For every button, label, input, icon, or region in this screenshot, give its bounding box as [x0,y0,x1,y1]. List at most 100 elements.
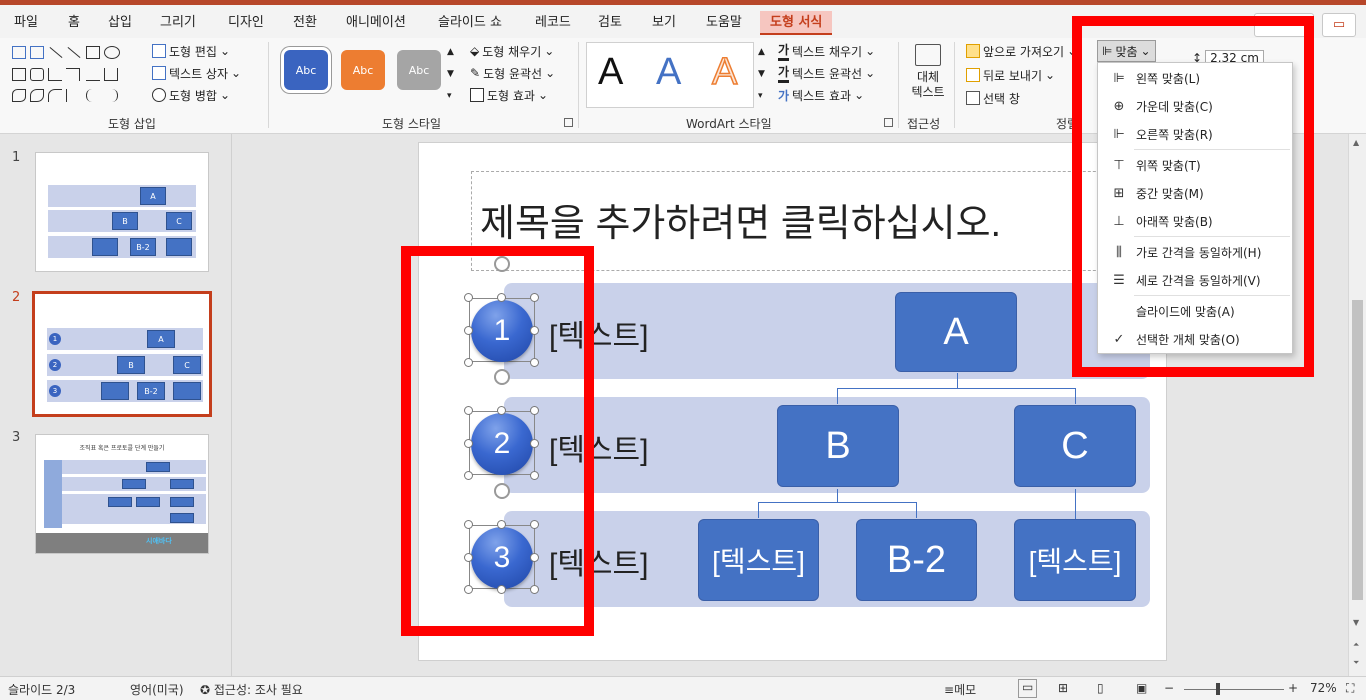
normal-view-button[interactable]: ▭ [1018,679,1038,698]
slideshow-button[interactable]: ▣ [1136,681,1147,695]
selection-pane-button[interactable]: 선택 창 [966,88,1020,108]
tab-shape-format[interactable]: 도형 서식 [760,11,833,35]
text-fill-button[interactable]: 가 텍스트 채우기 ⌄ [778,41,875,61]
rectangle-shape-icon[interactable] [86,46,100,59]
tab-file[interactable]: 파일 [14,11,38,35]
rect-shape-icon[interactable] [12,68,26,81]
style-swatch-gray[interactable]: Abc [397,50,441,90]
accessibility-indicator[interactable]: ✪ 접근성: 조사 필요 [200,681,303,698]
scribble-shape-icon[interactable] [30,89,44,102]
org-box-b2[interactable]: B-2 [856,519,977,601]
oval-shape-icon[interactable] [104,46,120,59]
wordart-style-blue[interactable]: A [656,48,681,96]
paint-bucket-icon: ⬙ [470,44,480,58]
separator [268,42,269,128]
textbox-shape-icon[interactable] [12,46,26,59]
scroll-down-icon[interactable]: ▼ [1353,618,1359,627]
tab-review[interactable]: 검토 [598,11,622,35]
separator [898,42,899,128]
tab-view[interactable]: 보기 [652,11,676,35]
minus-icon: − [1164,681,1175,695]
slide-thumbnail-1[interactable]: A B C B-2 [35,152,209,272]
slide-sorter-button[interactable]: ⊞ [1058,681,1068,695]
wordart-style-orange[interactable]: A [711,48,738,96]
tab-transitions[interactable]: 전환 [293,11,317,35]
reading-view-button[interactable]: ▯ [1097,681,1104,695]
gallery-scroll-down[interactable]: ▼ [447,64,454,84]
org-box-text-2[interactable]: [텍스트] [1014,519,1136,601]
brace-left-shape-icon[interactable] [86,89,100,102]
text-effects-button[interactable]: 가 텍스트 효과 ⌄ [778,85,864,105]
previous-slide-icon[interactable]: ⏶ [1353,640,1359,650]
bracket-shape-icon[interactable] [66,89,80,102]
bring-forward-button[interactable]: 앞으로 가져오기 ⌄ [966,41,1077,61]
wordart-more[interactable]: ▾ [758,86,763,106]
tab-help[interactable]: 도움말 [706,11,742,35]
curved-connector-shape-icon[interactable] [66,68,80,81]
shape-effects-button[interactable]: 도형 효과 ⌄ [470,85,548,105]
edit-shape-button[interactable]: 도형 편집 ⌄ [152,41,230,61]
dialog-launcher-icon[interactable] [564,118,573,127]
vertical-textbox-shape-icon[interactable] [30,46,44,59]
tab-record[interactable]: 레코드 [535,11,571,35]
chevron-down-icon: ⌄ [545,66,556,80]
wordart-style-black[interactable]: A [598,48,623,96]
line-shape-icon[interactable] [49,46,63,59]
org-box-c[interactable]: C [1014,405,1136,487]
org-box-b[interactable]: B [777,405,899,487]
shape-fill-button[interactable]: ⬙ 도형 채우기 ⌄ [470,41,554,61]
style-swatch-blue[interactable]: Abc [284,50,328,90]
language-indicator[interactable]: 영어(미국) [130,681,184,698]
org-box-text-1[interactable]: [텍스트] [698,519,819,601]
tab-draw[interactable]: 그리기 [160,11,196,35]
arc-shape-icon[interactable] [48,89,62,102]
slide-thumbnail-2[interactable]: 1 2 3 A B C B-2 [32,291,212,417]
scrollbar-thumb[interactable] [1352,300,1363,600]
tab-design[interactable]: 디자인 [228,11,264,35]
rounded-rect-shape-icon[interactable] [30,68,44,81]
vertical-scrollbar[interactable]: ▲ ▼ ⏶ ⏷ [1348,134,1366,676]
brace-right-shape-icon[interactable] [104,89,118,102]
tab-animations[interactable]: 애니메이션 [346,11,406,35]
elbow-connector-shape-icon[interactable] [48,68,62,81]
chevron-up-icon: ▲ [447,47,454,57]
gallery-more[interactable]: ▾ [447,86,452,106]
alt-text-button[interactable]: 대체 텍스트 [910,44,946,108]
zoom-slider[interactable] [1184,689,1284,690]
arrow-down-shape-icon[interactable] [104,68,118,81]
send-backward-button[interactable]: 뒤로 보내기 ⌄ [966,65,1055,85]
tab-slideshow[interactable]: 슬라이드 쇼 [438,11,502,35]
text-outline-button[interactable]: 가 텍스트 윤곽선 ⌄ [778,63,875,83]
notes-button[interactable]: ≡메모 [944,681,976,698]
shape-gallery[interactable] [10,44,135,104]
zoom-slider-thumb[interactable] [1216,683,1220,695]
thumb-box [92,238,118,256]
gallery-scroll-up[interactable]: ▲ [447,42,454,62]
next-slide-icon[interactable]: ⏷ [1353,658,1359,668]
thumb-band [48,185,196,207]
wordart-scroll-down[interactable]: ▼ [758,64,765,84]
arrow-right-shape-icon[interactable] [86,68,100,81]
tab-home[interactable]: 홈 [68,11,80,35]
arrow-line-shape-icon[interactable] [67,46,81,59]
more-icon: ▾ [758,91,763,101]
zoom-in-button[interactable]: + [1288,681,1298,695]
merge-shapes-button[interactable]: 도형 병합 ⌄ [152,85,230,105]
tab-insert[interactable]: 삽입 [108,11,132,35]
scroll-up-icon[interactable]: ▲ [1353,138,1359,147]
group-label-shape-styles: 도형 스타일 [382,117,442,131]
org-box-a[interactable]: A [895,292,1017,372]
wordart-scroll-up[interactable]: ▲ [758,42,765,62]
zoom-out-button[interactable]: − [1164,681,1174,695]
text-box-button[interactable]: 텍스트 상자 ⌄ [152,63,241,83]
zoom-level[interactable]: 72% [1310,681,1337,695]
dialog-launcher-icon[interactable] [884,118,893,127]
shape-outline-button[interactable]: ✎ 도형 윤곽선 ⌄ [470,63,555,83]
slide-number: 2 [12,290,21,305]
slide-thumbnail-3[interactable]: 조직표 혹은 프로토콜 단계 만들기 시애바다 [35,434,209,554]
comments-button[interactable]: ▭ [1322,13,1356,37]
freeform-shape-icon[interactable] [12,89,26,102]
thumb-box [101,382,129,400]
style-swatch-orange[interactable]: Abc [341,50,385,90]
fit-to-window-button[interactable]: ⛶ [1346,681,1354,696]
